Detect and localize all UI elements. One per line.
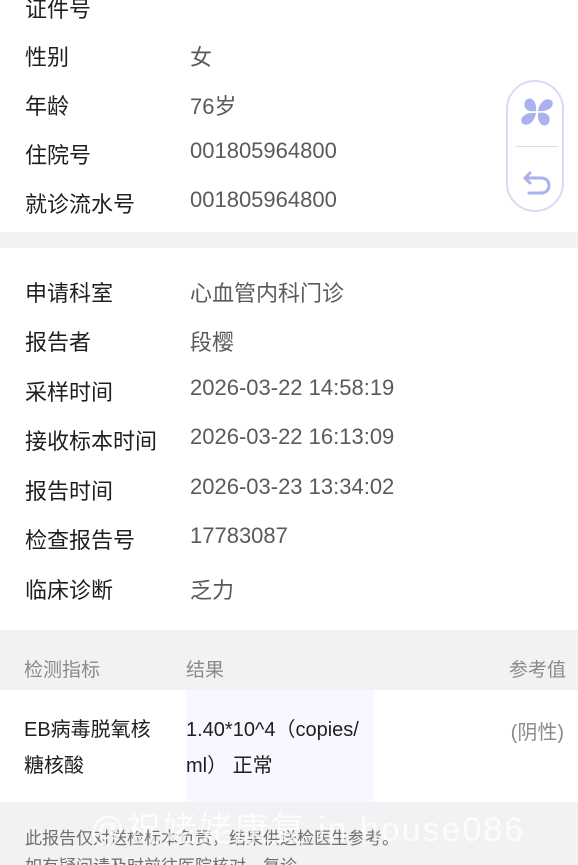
request-info-section: 申请科室 心血管内科门诊 报告者 段樱 采样时间 2026-03-22 14:5… bbox=[0, 248, 578, 630]
info-row-dept: 申请科室 心血管内科门诊 bbox=[0, 266, 578, 314]
inpatient-value: 001805964800 bbox=[190, 138, 337, 163]
info-row-report-no: 检查报告号 17783087 bbox=[0, 513, 578, 561]
info-row-gender: 性别 女 bbox=[0, 30, 578, 78]
age-value: 76岁 bbox=[190, 94, 237, 119]
inpatient-label: 住院号 bbox=[25, 143, 92, 168]
grid-icon[interactable] bbox=[519, 94, 555, 130]
results-table-header: 检测指标 结果 参考值 bbox=[0, 640, 578, 690]
footer-line-2: 如有疑问请及时前往医院核对、复诊 bbox=[25, 852, 297, 865]
info-row-inpatient: 住院号 001805964800 bbox=[0, 128, 578, 176]
row-reference: (阴性) bbox=[510, 722, 564, 744]
info-row-id: 证件号 bbox=[0, 0, 578, 30]
gender-value: 女 bbox=[190, 45, 213, 70]
report-page: 证件号 性别 女 年龄 76岁 住院号 001805964800 就诊流水号 0… bbox=[0, 0, 578, 865]
info-row-diagnosis: 临床诊断 乏力 bbox=[0, 563, 578, 611]
age-label: 年龄 bbox=[25, 94, 70, 119]
receive-time-label: 接收标本时间 bbox=[25, 429, 158, 454]
row-result-cell: 1.40*10^4（copies/ml） 正常 bbox=[186, 690, 374, 802]
footer-note: 此报告仅对送检标本负责，结果供送检医生参考。 如有疑问请及时前往医院核对、复诊 bbox=[0, 802, 578, 865]
diagnosis-label: 临床诊断 bbox=[25, 578, 114, 603]
row-indicator: EB病毒脱氧核糖核酸 bbox=[24, 719, 151, 777]
receive-time-value: 2026-03-22 16:13:09 bbox=[190, 424, 395, 449]
header-indicator: 检测指标 bbox=[24, 660, 101, 681]
info-row-visit: 就诊流水号 001805964800 bbox=[0, 177, 578, 225]
header-result: 结果 bbox=[186, 660, 225, 681]
gender-label: 性别 bbox=[25, 45, 70, 70]
report-no-label: 检查报告号 bbox=[25, 528, 136, 553]
footer-line-1: 此报告仅对送检标本负责，结果供送检医生参考。 bbox=[25, 829, 399, 848]
info-row-report-time: 报告时间 2026-03-23 13:34:02 bbox=[0, 464, 578, 512]
visit-label: 就诊流水号 bbox=[25, 192, 136, 217]
reporter-value: 段樱 bbox=[190, 330, 235, 355]
report-no-value: 17783087 bbox=[190, 523, 288, 548]
dept-label: 申请科室 bbox=[25, 281, 114, 306]
sample-time-label: 采样时间 bbox=[25, 380, 114, 405]
row-result: 1.40*10^4（copies/ml） 正常 bbox=[186, 719, 359, 777]
floating-action-menu[interactable] bbox=[506, 80, 564, 212]
info-row-reporter: 报告者 段樱 bbox=[0, 315, 578, 363]
id-label: 证件号 bbox=[25, 0, 92, 22]
visit-value: 001805964800 bbox=[190, 187, 337, 212]
reporter-label: 报告者 bbox=[25, 330, 92, 355]
report-time-label: 报告时间 bbox=[25, 479, 114, 504]
table-row: EB病毒脱氧核糖核酸 1.40*10^4（copies/ml） 正常 (阴性) bbox=[0, 690, 578, 802]
sample-time-value: 2026-03-22 14:58:19 bbox=[190, 375, 395, 400]
info-row-age: 年龄 76岁 bbox=[0, 79, 578, 127]
info-row-sample-time: 采样时间 2026-03-22 14:58:19 bbox=[0, 365, 578, 413]
diagnosis-value: 乏力 bbox=[190, 578, 235, 603]
header-reference: 参考值 bbox=[508, 660, 566, 681]
dept-value: 心血管内科门诊 bbox=[190, 281, 345, 306]
patient-info-section: 证件号 性别 女 年龄 76岁 住院号 001805964800 就诊流水号 0… bbox=[0, 0, 578, 232]
info-row-receive-time: 接收标本时间 2026-03-22 16:13:09 bbox=[0, 414, 578, 462]
report-time-value: 2026-03-23 13:34:02 bbox=[190, 474, 395, 499]
back-icon[interactable] bbox=[519, 164, 555, 200]
pill-divider bbox=[516, 146, 558, 147]
